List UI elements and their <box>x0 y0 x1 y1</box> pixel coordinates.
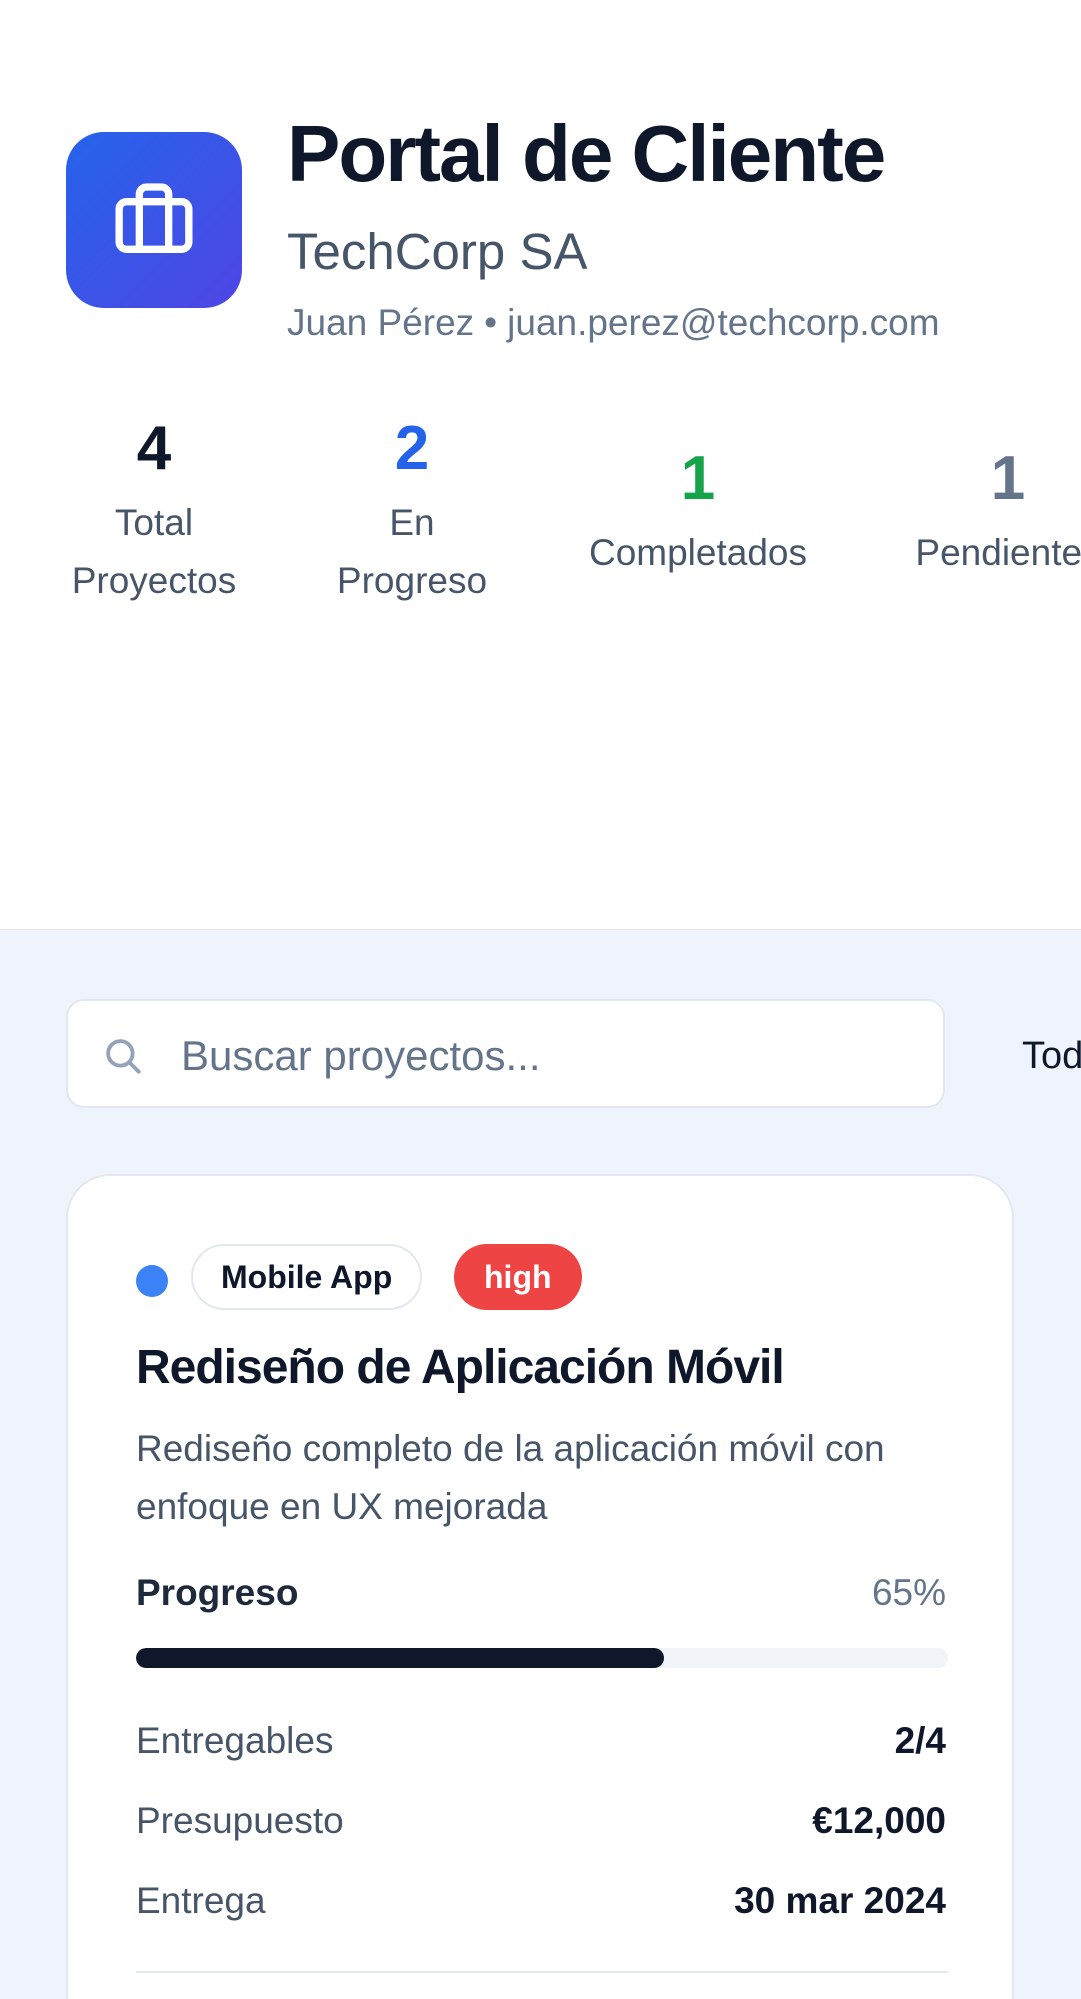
stat-value: 1 <box>990 444 1026 513</box>
briefcase-icon <box>115 183 193 253</box>
category-badge: Mobile App <box>191 1244 423 1310</box>
status-dot <box>136 1265 168 1297</box>
search-placeholder: Buscar proyectos... <box>181 1032 541 1079</box>
stat-pending: 1 Pendientes <box>888 448 1081 582</box>
page-title: Portal de Cliente <box>287 109 886 198</box>
stat-label-line: En <box>389 502 435 543</box>
card-divider <box>136 1971 948 1973</box>
priority-badge: high <box>454 1244 582 1310</box>
stat-completed: 1 Completados <box>560 448 836 582</box>
delivery-label: Entrega <box>136 1880 266 1921</box>
search-icon <box>106 1039 141 1074</box>
deliverables-value: 2/4 <box>894 1720 946 1761</box>
budget-label: Presupuesto <box>136 1800 344 1841</box>
company-name: TechCorp SA <box>287 223 588 280</box>
stat-label-line: Progreso <box>336 560 488 601</box>
client-header: Portal de Cliente TechCorp SA Juan Pérez… <box>0 0 1081 930</box>
status-filter-select[interactable]: Todos <box>1022 1035 1081 1078</box>
progress-label: Progreso <box>136 1572 299 1613</box>
app-logo <box>66 132 242 308</box>
progress-bar-fill <box>136 1648 664 1668</box>
user-contact: Juan Pérez • juan.perez@techcorp.com <box>287 302 940 344</box>
projects-section: Buscar proyectos... Todos Mobile App hig… <box>0 930 1081 1999</box>
stat-in-progress: 2 En Progreso <box>302 418 522 610</box>
stat-label-line: Total <box>114 502 194 543</box>
stat-value: 2 <box>394 414 430 483</box>
user-email: juan.perez@techcorp.com <box>507 302 940 343</box>
stat-value: 4 <box>136 414 172 483</box>
stat-value: 1 <box>680 444 716 513</box>
project-description: Rediseño completo de la aplicación móvil… <box>136 1428 885 1527</box>
stat-label-line: Proyectos <box>71 560 237 601</box>
project-title: Rediseño de Aplicación Móvil <box>136 1341 785 1394</box>
delivery-value: 30 mar 2024 <box>734 1880 946 1921</box>
stat-total-projects: 4 Total Proyectos <box>46 418 262 610</box>
search-input[interactable]: Buscar proyectos... <box>66 999 945 1108</box>
deliverables-label: Entregables <box>136 1720 334 1761</box>
budget-value: €12,000 <box>812 1800 946 1841</box>
project-card[interactable]: Mobile App high Rediseño de Aplicación M… <box>66 1174 1014 1999</box>
separator-dot: • <box>484 302 498 343</box>
stat-label: Completados <box>588 532 807 573</box>
progress-value: 65% <box>871 1572 946 1613</box>
progress-bar <box>136 1648 948 1668</box>
stat-label: Pendientes <box>915 532 1081 573</box>
user-name: Juan Pérez <box>287 302 475 343</box>
stat-label: Total Proyectos <box>46 494 262 610</box>
stat-label: En Progreso <box>302 494 522 610</box>
